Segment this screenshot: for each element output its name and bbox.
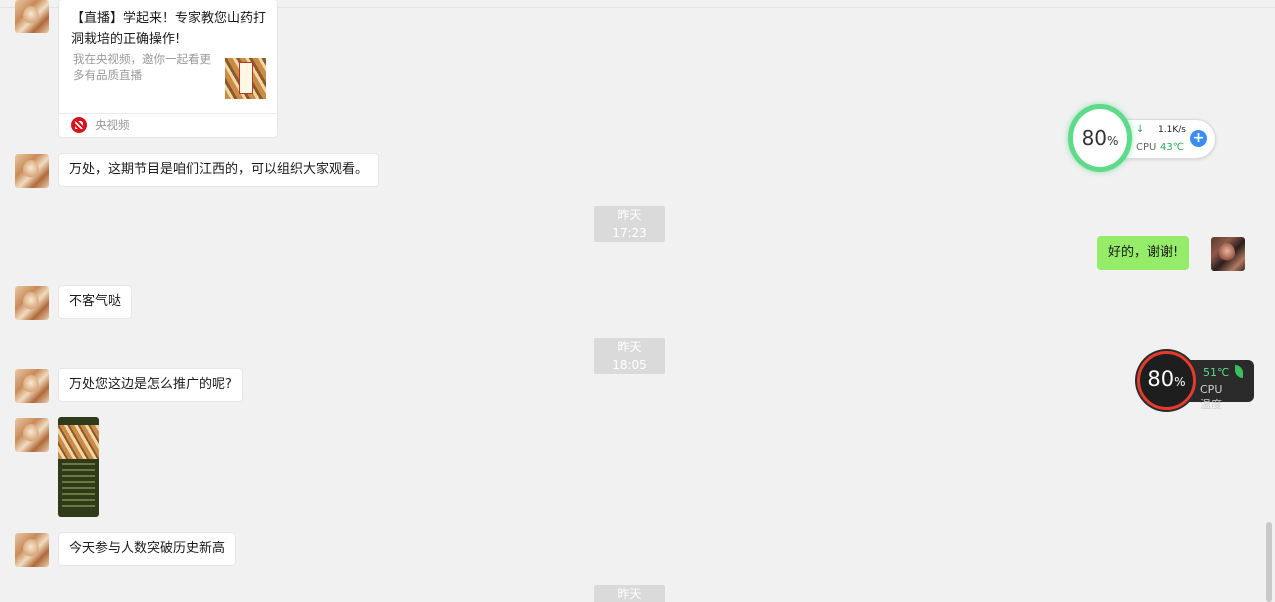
download-arrow-icon: ↓ (1136, 124, 1145, 135)
cpu-usage-percent: 80% (1147, 367, 1186, 391)
message-bubble[interactable]: 今天参与人数突破历史新高 (58, 532, 237, 566)
message-bubble[interactable]: 不客气哒 (58, 285, 133, 319)
cpu-usage-percent: 80% (1081, 126, 1119, 150)
cpu-temperature-label: CPU温度 (1200, 383, 1223, 411)
my-avatar[interactable] (1211, 237, 1245, 271)
my-message-bubble[interactable]: 好的，谢谢! (1097, 236, 1190, 270)
cpu-label: CPU (1136, 142, 1157, 153)
contact-avatar[interactable] (15, 369, 49, 403)
message-bubble[interactable]: 万处，这期节目是咱们江西的，可以组织大家观看。 (58, 153, 380, 187)
timestamp: 昨天 19:12 (594, 585, 665, 602)
share-card-title: 【直播】学起来！专家教您山药打洞栽培的正确操作! (71, 11, 267, 47)
cctv-video-logo-icon (71, 117, 87, 133)
image-thumbnail-text (62, 463, 95, 511)
expand-plus-icon[interactable]: + (1190, 130, 1207, 147)
timestamp: 昨天 18:05 (594, 338, 665, 374)
contact-avatar[interactable] (15, 0, 49, 33)
share-card-description: 我在央视频，邀你一起看更多有品质直播 (73, 52, 211, 82)
divider (59, 113, 279, 114)
message-bubble[interactable]: 万处您这边是怎么推广的呢? (58, 368, 243, 402)
cpu-temperature: 43℃ (1160, 142, 1184, 153)
image-message[interactable] (58, 417, 99, 517)
contact-avatar[interactable] (15, 533, 49, 567)
cpu-temperature: 51℃ (1203, 366, 1230, 379)
live-share-card[interactable]: 【直播】学起来！专家教您山药打洞栽培的正确操作! 我在央视频，邀你一起看更多有品… (58, 0, 279, 138)
share-card-source: 央视频 (95, 118, 130, 132)
network-speed: 1.1K/s (1158, 125, 1186, 135)
contact-avatar[interactable] (15, 154, 49, 188)
share-card-thumbnail (225, 58, 266, 99)
image-thumbnail-top (58, 425, 99, 459)
contact-avatar[interactable] (15, 418, 49, 452)
scrollbar[interactable] (1266, 522, 1272, 602)
contact-avatar[interactable] (15, 286, 49, 320)
timestamp: 昨天 17:23 (594, 206, 665, 242)
